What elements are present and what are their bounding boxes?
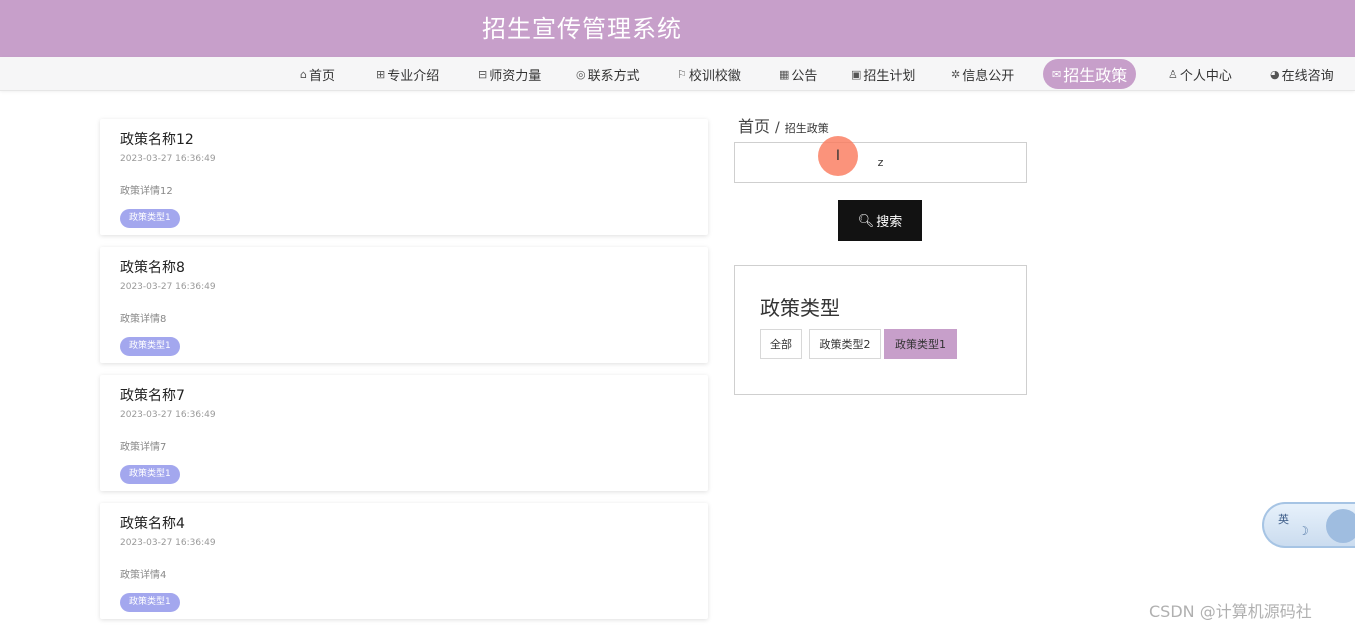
nav-item-enrollment-plan[interactable]: ▣ 招生计划 — [851, 57, 915, 91]
type-filter-all[interactable]: 全部 — [760, 329, 802, 359]
top-header: 招生宣传管理系统 — [0, 0, 1355, 57]
policy-time: 2023-03-27 16:36:49 — [120, 538, 216, 548]
policy-detail: 政策详情8 — [120, 314, 167, 325]
user-icon: ♙ — [1168, 67, 1178, 81]
nav-item-label: 联系方式 — [587, 68, 640, 84]
nav-item-label: 公告 — [791, 68, 818, 84]
policy-type-tag: 政策类型1 — [120, 465, 180, 484]
nav-item-policies[interactable]: ✉ 招生政策 — [1043, 59, 1137, 89]
nav-item-majors[interactable]: ⊞ 专业介绍 — [376, 57, 439, 91]
nav-item-label: 师资力量 — [489, 68, 542, 84]
nav-item-label: 信息公开 — [962, 68, 1015, 84]
nav-item-contact[interactable]: ◎ 联系方式 — [576, 57, 640, 91]
nav-item-online-consult[interactable]: ◕ 在线咨询 — [1270, 57, 1334, 91]
nav-item-info-disclosure[interactable]: ✲ 信息公开 — [951, 57, 1014, 91]
policy-title: 政策名称7 — [120, 388, 185, 404]
policy-detail: 政策详情4 — [120, 570, 167, 581]
policy-title: 政策名称8 — [120, 260, 185, 276]
breadcrumb: 首页 / 招生政策 — [738, 113, 829, 137]
policy-type-tag: 政策类型1 — [120, 337, 180, 356]
nav-item-label: 招生政策 — [1063, 66, 1128, 85]
home-icon: ⌂ — [300, 67, 307, 81]
nav-item-label: 校训校徽 — [688, 68, 741, 84]
nav-item-home[interactable]: ⌂ 首页 — [300, 57, 335, 91]
policy-type-title: 政策类型 — [760, 296, 840, 320]
policy-time: 2023-03-27 16:36:49 — [120, 282, 216, 292]
nav-item-label: 首页 — [308, 68, 335, 84]
search-button-label: 搜索 — [876, 214, 903, 229]
flag-icon: ⚐ — [677, 67, 687, 81]
policy-card[interactable]: 政策名称4 2023-03-27 16:36:49 政策详情4 政策类型1 — [100, 503, 708, 619]
ime-language-label: 英 — [1278, 513, 1289, 526]
nav-item-faculty[interactable]: ⊟ 师资力量 — [478, 57, 541, 91]
policy-time: 2023-03-27 16:36:49 — [120, 410, 216, 420]
policy-type-tag: 政策类型1 — [120, 593, 180, 612]
contact-icon: ◎ — [576, 67, 586, 81]
search-input[interactable] — [734, 142, 1027, 183]
site-title: 招生宣传管理系统 — [482, 15, 682, 43]
breadcrumb-home[interactable]: 首页 — [738, 113, 770, 137]
search-button[interactable]: 🔍︎ 搜索 — [838, 200, 922, 241]
policy-time: 2023-03-27 16:36:49 — [120, 154, 216, 164]
nav-item-label: 专业介绍 — [387, 68, 440, 84]
policy-title: 政策名称12 — [120, 132, 194, 148]
search-icon: 🔍︎ — [857, 212, 875, 228]
ime-toolbar[interactable]: 英 ☽ — [1262, 502, 1355, 548]
policy-detail: 政策详情7 — [120, 442, 167, 453]
nav-item-motto[interactable]: ⚐ 校训校徽 — [677, 57, 741, 91]
notice-icon: ▦ — [779, 67, 790, 81]
nav-item-label: 招生计划 — [863, 68, 916, 84]
grid-icon: ⊞ — [376, 67, 386, 81]
mouse-cursor-indicator: I — [818, 136, 858, 176]
nav-item-notices[interactable]: ▦ 公告 — [779, 57, 817, 91]
policy-detail: 政策详情12 — [120, 186, 173, 197]
text-cursor-icon: I — [835, 148, 841, 164]
chat-icon: ◕ — [1270, 67, 1280, 81]
policy-card[interactable]: 政策名称8 2023-03-27 16:36:49 政策详情8 政策类型1 — [100, 247, 708, 363]
nav-item-label: 在线咨询 — [1281, 68, 1334, 84]
ime-mascot-icon — [1326, 509, 1355, 543]
policy-title: 政策名称4 — [120, 516, 185, 532]
policy-card[interactable]: 政策名称12 2023-03-27 16:36:49 政策详情12 政策类型1 — [100, 119, 708, 235]
watermark: CSDN @计算机源码社 — [1149, 602, 1312, 621]
nav-item-personal-center[interactable]: ♙ 个人中心 — [1168, 57, 1232, 91]
policy-type-tag: 政策类型1 — [120, 209, 180, 228]
main-nav: ⌂ 首页 ⊞ 专业介绍 ⊟ 师资力量 ◎ 联系方式 ⚐ 校训校徽 ▦ 公告 ▣ … — [0, 57, 1355, 91]
breadcrumb-separator: / — [775, 120, 780, 136]
breadcrumb-current: 招生政策 — [784, 122, 829, 135]
info-icon: ✲ — [951, 67, 961, 81]
nav-item-label: 个人中心 — [1179, 68, 1232, 84]
type-filter-type2[interactable]: 政策类型2 — [809, 329, 881, 359]
plan-icon: ▣ — [851, 67, 862, 81]
moon-icon: ☽ — [1298, 524, 1309, 538]
type-filter-type1[interactable]: 政策类型1 — [884, 329, 957, 359]
mail-icon: ✉ — [1052, 67, 1062, 81]
teacher-icon: ⊟ — [478, 67, 488, 81]
policy-type-panel: 政策类型 全部 政策类型2 政策类型1 — [734, 265, 1027, 395]
policy-card[interactable]: 政策名称7 2023-03-27 16:36:49 政策详情7 政策类型1 — [100, 375, 708, 491]
